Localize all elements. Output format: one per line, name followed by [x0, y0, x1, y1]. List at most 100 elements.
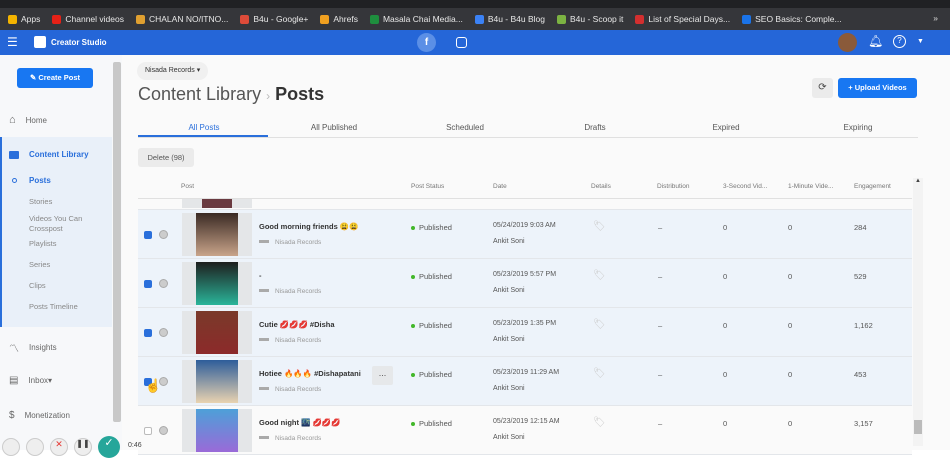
bookmark-favicon-icon	[474, 14, 484, 24]
sidebar-item-playlists[interactable]: Playlists	[29, 239, 57, 249]
row-checkbox[interactable]	[144, 427, 152, 435]
post-status: Published	[419, 272, 452, 281]
bookmark-item[interactable]: B4u - B4u Blog	[474, 14, 545, 24]
post-thumbnail[interactable]	[182, 409, 252, 452]
recorder-time: 0:46	[128, 442, 142, 449]
dollar-icon: $	[9, 410, 15, 421]
avatar[interactable]	[838, 33, 857, 52]
bell-icon[interactable]: 🔔︎	[868, 34, 883, 48]
row-checkbox[interactable]	[144, 280, 152, 288]
thumbnail-image	[196, 360, 238, 403]
bookmark-item[interactable]: Masala Chai Media...	[369, 14, 463, 24]
bookmark-item[interactable]: B4u - Scoop it	[557, 14, 623, 24]
account-dropdown-icon[interactable]: ▼	[917, 38, 924, 45]
column-header[interactable]: Engagement	[854, 183, 891, 190]
details-tag-icon[interactable]: 🏷︎	[593, 270, 606, 281]
sidebar-item-crosspost[interactable]: Videos You Can Crosspost	[29, 214, 99, 234]
post-thumbnail[interactable]	[182, 213, 252, 256]
one-minute-views: 0	[788, 223, 793, 232]
column-header[interactable]: 1-Minute Vide...	[788, 183, 833, 190]
recorder-cancel-icon[interactable]: ✕	[50, 438, 68, 456]
sidebar-item-content-library[interactable]: Content Library	[9, 150, 89, 159]
column-header[interactable]: 3-Second Vid...	[723, 183, 767, 190]
tab-expired[interactable]: Expired	[662, 123, 790, 132]
row-checkbox[interactable]	[144, 231, 152, 239]
table-row[interactable]: Cutie 💋💋💋 #Disha Nisada Records Published 0…	[138, 308, 912, 357]
bookmark-favicon-icon	[8, 14, 17, 24]
column-header[interactable]: Details	[591, 183, 611, 190]
status-dot-icon	[411, 324, 415, 328]
table-row[interactable]: Good morning friends 😩😩 Nisada Records Pub…	[138, 210, 912, 259]
column-header[interactable]: Post Status	[411, 183, 444, 190]
recorder-done-icon[interactable]: ✓	[98, 436, 120, 458]
post-thumbnail[interactable]	[182, 311, 252, 354]
details-tag-icon[interactable]: 🏷︎	[593, 417, 606, 428]
thumbnail-image	[196, 311, 238, 354]
bookmark-item[interactable]: Ahrefs	[320, 14, 358, 24]
thumbnail-image	[196, 409, 238, 452]
column-header[interactable]: Post	[181, 183, 194, 190]
post-title[interactable]: Good night 🌃 💋💋💋	[259, 418, 341, 427]
post-title[interactable]: Cutie 💋💋💋 #Disha	[259, 320, 335, 329]
tab-scheduled[interactable]: Scheduled	[401, 123, 529, 132]
bookmark-item[interactable]: B4u - Google+	[240, 14, 308, 24]
engagement-value: 529	[854, 272, 867, 281]
tab-drafts[interactable]: Drafts	[531, 123, 659, 132]
column-header[interactable]: Date	[493, 183, 507, 190]
sidebar-item-series[interactable]: Series	[29, 260, 50, 270]
recorder-more-icon[interactable]	[2, 438, 20, 456]
bookmark-item[interactable]: Apps	[8, 14, 40, 24]
instagram-tab-icon[interactable]	[456, 37, 467, 48]
tab-all-published[interactable]: All Published	[270, 123, 398, 132]
upload-videos-button[interactable]: + Upload Videos	[838, 78, 917, 98]
sidebar-item-posts[interactable]: Posts	[29, 176, 51, 186]
one-minute-views: 0	[788, 370, 793, 379]
sidebar-item-insights[interactable]: 〽 Insights	[9, 340, 57, 355]
sidebar-item-posts-timeline[interactable]: Posts Timeline	[29, 302, 78, 312]
delete-button[interactable]: Delete (98)	[138, 148, 194, 167]
help-icon[interactable]: ?	[893, 35, 906, 48]
table-scrollbar[interactable]: ▲	[913, 178, 923, 446]
table-row[interactable]: Good night 🌃 💋💋💋 Nisada Records Published 0…	[138, 406, 912, 455]
sidebar-item-home[interactable]: ⌂ Home	[9, 114, 47, 126]
refresh-button[interactable]: ⟳	[812, 78, 833, 98]
distribution-value: –	[658, 419, 663, 428]
table-row[interactable]: Hotiee 🔥🔥🔥 #Dishapatani Nisada Records Pub…	[138, 357, 912, 406]
details-tag-icon[interactable]: 🏷︎	[593, 221, 606, 232]
details-tag-icon[interactable]: 🏷︎	[593, 319, 606, 330]
recorder-pause-icon[interactable]: ❚❚	[74, 438, 92, 456]
menu-icon[interactable]: ☰	[7, 36, 18, 48]
engagement-value: 453	[854, 370, 867, 379]
sidebar-item-stories[interactable]: Stories	[29, 197, 52, 207]
bookmark-item[interactable]: Channel videos	[52, 14, 124, 24]
bookmark-item[interactable]: List of Special Days...	[635, 14, 730, 24]
post-date: 05/23/2019 11:29 AM	[493, 369, 560, 376]
one-minute-views: 0	[788, 419, 793, 428]
create-post-button[interactable]: ✎ Create Post	[17, 68, 93, 88]
sidebar-item-inbox[interactable]: ▤ Inbox▾	[9, 375, 52, 386]
post-thumbnail[interactable]	[182, 262, 252, 305]
page-selector[interactable]: Nisada Records ▾	[137, 62, 209, 80]
sidebar-scrollbar[interactable]	[113, 62, 121, 422]
sidebar-item-monetization[interactable]: $ Monetization	[9, 410, 70, 421]
post-title[interactable]: Hotiee 🔥🔥🔥 #Dishapatani	[259, 369, 361, 378]
tab-expiring[interactable]: Expiring	[794, 123, 922, 132]
sidebar-item-clips[interactable]: Clips	[29, 281, 46, 291]
breadcrumb-parent[interactable]: Content Library	[138, 84, 261, 104]
facebook-tab-icon[interactable]: f	[417, 33, 436, 52]
row-checkbox[interactable]	[144, 329, 152, 337]
recorder-camera-icon[interactable]	[26, 438, 44, 456]
post-author: Ankit Soni	[493, 336, 525, 343]
column-header[interactable]: Distribution	[657, 183, 690, 190]
post-title[interactable]: -	[259, 271, 262, 280]
details-tag-icon[interactable]: 🏷︎	[593, 368, 606, 379]
bookmark-item[interactable]: SEO Basics: Comple...	[742, 14, 842, 24]
table-row[interactable]: - Nisada Records Published 05/23/2019 5:57 …	[138, 259, 912, 308]
one-minute-views: 0	[788, 272, 793, 281]
bookmark-item[interactable]: CHALAN NO/ITNO...	[135, 14, 228, 24]
bookmarks-overflow-icon[interactable]: »	[933, 13, 938, 23]
tab-all-posts[interactable]: All Posts	[140, 123, 268, 132]
post-title[interactable]: Good morning friends 😩😩	[259, 222, 359, 231]
more-options-button[interactable]: ...	[372, 366, 393, 385]
post-thumbnail[interactable]	[182, 360, 252, 403]
